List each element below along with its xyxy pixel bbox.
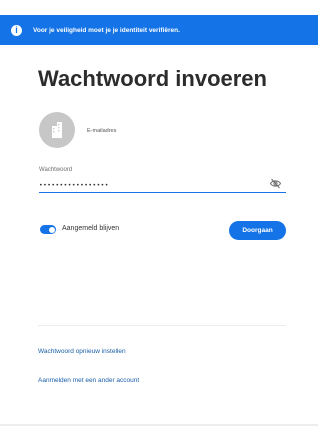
eye-slash-icon[interactable] xyxy=(269,177,282,190)
bottom-border xyxy=(0,424,318,426)
reset-password-link[interactable]: Wachtwoord opnieuw instellen xyxy=(38,348,126,355)
security-banner: i Voor je veiligheid moet je je identite… xyxy=(0,15,318,45)
remember-me-label: Aangemeld blijven xyxy=(62,225,120,232)
banner-message: Voor je veiligheid moet je je identiteit… xyxy=(33,26,180,34)
avatar xyxy=(39,112,75,148)
building-icon xyxy=(52,122,62,138)
divider xyxy=(38,325,286,326)
page-title: Wachtwoord invoeren xyxy=(38,66,267,91)
top-strip xyxy=(0,0,318,15)
info-icon: i xyxy=(11,24,22,36)
remember-me-toggle[interactable] xyxy=(40,225,56,234)
toggle-knob xyxy=(48,226,55,233)
email-label: E-mailadres xyxy=(87,128,117,134)
other-account-link[interactable]: Aanmelden met een ander account xyxy=(38,377,139,384)
continue-button[interactable]: Doorgaan xyxy=(229,221,286,240)
password-label: Wachtwoord xyxy=(39,167,73,173)
password-field[interactable] xyxy=(39,178,286,193)
